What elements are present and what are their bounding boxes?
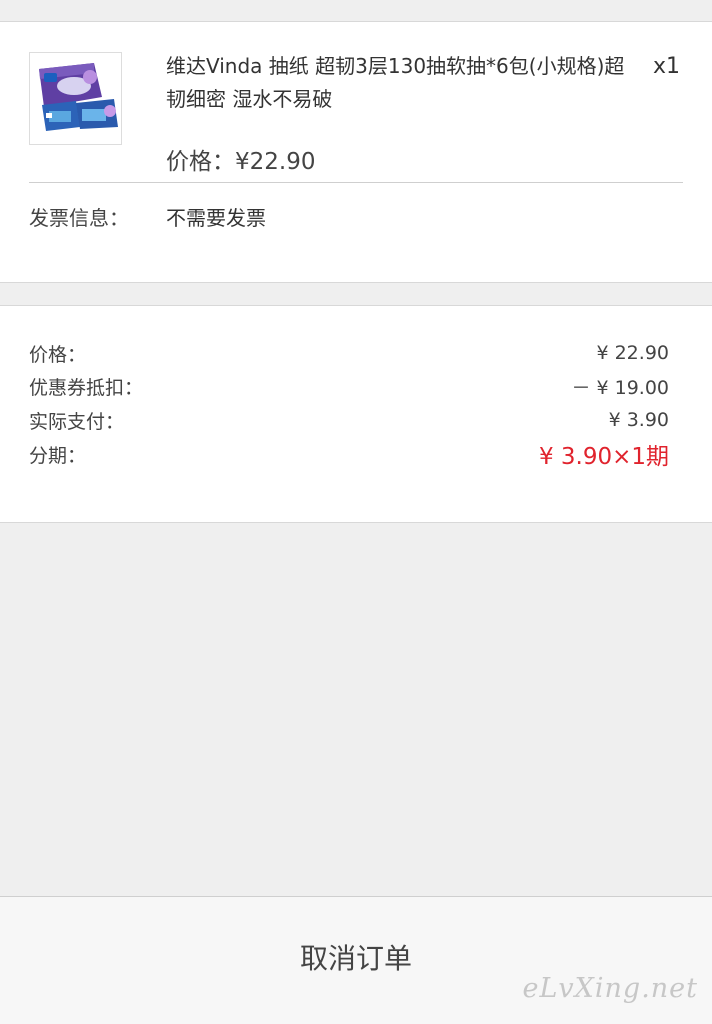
invoice-label: 发票信息： [29,206,129,230]
order-item-card: 维达Vinda 抽纸 超韧3层130抽软抽*6包(小规格)超韧细密 湿水不易破 … [0,21,712,283]
summary-row-price: 价格： ¥ 22.90 [29,336,669,370]
product-title[interactable]: 维达Vinda 抽纸 超韧3层130抽软抽*6包(小规格)超韧细密 湿水不易破 [166,50,636,116]
summary-row-installment: 分期： ¥ 3.90×1期 [29,437,669,471]
tissue-pack-image [30,53,121,144]
summary-value: ¥ 22.90 [596,342,669,364]
summary-label: 价格： [29,343,87,366]
summary-label: 实际支付： [29,410,125,433]
summary-value: － ¥ 19.00 [571,376,669,399]
summary-row-coupon: 优惠券抵扣： － ¥ 19.00 [29,369,669,403]
product-price: 价格：¥22.90 [166,149,316,175]
summary-label: 分期： [29,444,87,467]
payment-summary-card: 价格： ¥ 22.90 优惠券抵扣： － ¥ 19.00 实际支付： ¥ 3.9… [0,305,712,523]
product-thumbnail[interactable] [29,52,122,145]
summary-value: ¥ 3.90×1期 [538,444,669,470]
summary-value: ¥ 3.90 [608,409,669,431]
product-divider [29,182,683,183]
product-quantity: x1 [652,54,680,79]
bottom-action-bar: 取消订单 eLvXing.net [0,896,712,1024]
summary-label: 优惠券抵扣： [29,376,144,399]
summary-row-actual-payment: 实际支付： ¥ 3.90 [29,403,669,437]
site-watermark: eLvXing.net [522,973,698,1004]
invoice-value: 不需要发票 [166,206,266,230]
